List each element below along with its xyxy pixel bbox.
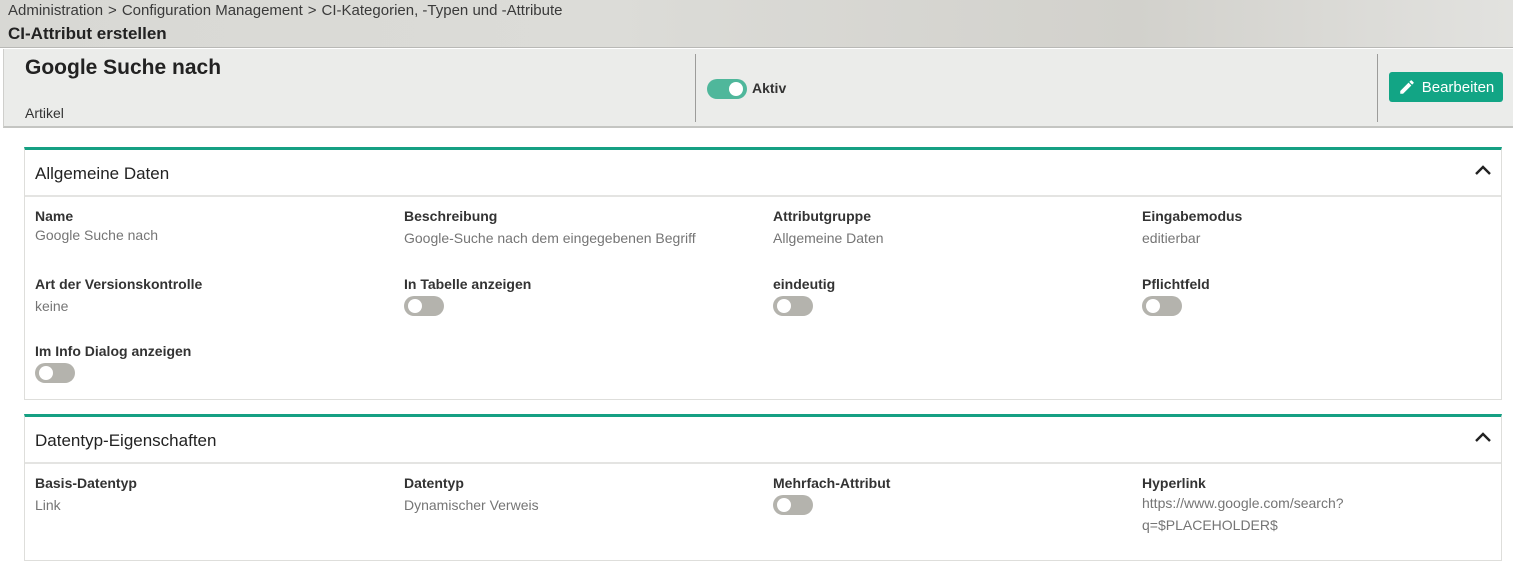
active-toggle-group: Aktiv xyxy=(707,79,786,99)
record-header: Google Suche nach Artikel Aktiv Bearbeit… xyxy=(3,49,1513,128)
page-title: CI-Attribut erstellen xyxy=(8,24,167,43)
field-label: Im Info Dialog anzeigen xyxy=(35,343,192,359)
chevron-up-icon xyxy=(1475,165,1491,175)
edit-button[interactable]: Bearbeiten xyxy=(1389,72,1503,102)
header-divider xyxy=(695,54,696,122)
breadcrumb-separator: > xyxy=(108,2,117,19)
card-title: Datentyp-Eigenschaften xyxy=(35,431,217,450)
toggle-knob xyxy=(39,366,53,380)
field-value: Dynamischer Verweis xyxy=(404,497,539,513)
field-base-datatype: Basis-Datentyp Link xyxy=(35,475,137,516)
field-value: keine xyxy=(35,298,69,314)
header-divider xyxy=(1377,54,1378,122)
field-unique: eindeutig xyxy=(773,276,835,321)
multi-attribute-toggle[interactable] xyxy=(773,495,813,515)
general-data-card-header[interactable]: Allgemeine Daten xyxy=(25,150,1501,197)
breadcrumb-item-configuration-management[interactable]: Configuration Management xyxy=(122,2,303,19)
field-label: In Tabelle anzeigen xyxy=(404,276,532,292)
edit-button-label: Bearbeiten xyxy=(1421,78,1495,96)
top-bar: Administration > Configuration Management >… xyxy=(0,0,1513,48)
field-input-mode: Eingabemodus editierbar xyxy=(1142,208,1242,249)
field-info-dialog: Im Info Dialog anzeigen xyxy=(35,343,191,388)
field-label: Beschreibung xyxy=(404,208,498,224)
field-datatype: Datentyp Dynamischer Verweis xyxy=(404,475,539,516)
breadcrumb-item-ci-categories[interactable]: CI-Kategorien, -Typen und -Attribute xyxy=(322,2,563,19)
field-label: Datentyp xyxy=(404,475,464,491)
collapse-button[interactable] xyxy=(1473,427,1493,447)
field-label: Hyperlink xyxy=(1142,475,1206,491)
field-label: eindeutig xyxy=(773,276,836,292)
field-value: q=$PLACEHOLDER$ xyxy=(1142,517,1278,533)
field-label: Name xyxy=(35,208,74,224)
breadcrumb-item-administration[interactable]: Administration xyxy=(8,2,103,19)
field-label: Basis-Datentyp xyxy=(35,475,137,491)
field-value: editierbar xyxy=(1142,230,1201,246)
pencil-icon xyxy=(1399,80,1414,94)
toggle-knob xyxy=(408,299,422,313)
show-in-table-toggle[interactable] xyxy=(404,296,444,316)
field-label: Attributgruppe xyxy=(773,208,871,224)
field-show-in-table: In Tabelle anzeigen xyxy=(404,276,531,321)
field-label: Pflichtfeld xyxy=(1142,276,1210,292)
collapse-button[interactable] xyxy=(1473,160,1493,180)
field-label: Eingabemodus xyxy=(1142,208,1243,224)
toggle-knob xyxy=(777,498,791,512)
breadcrumb-separator: > xyxy=(307,2,317,19)
field-value: Google-Suche nach dem eingegebenen Begri… xyxy=(404,230,696,246)
field-label: Mehrfach-Attribut xyxy=(773,475,891,491)
info-dialog-toggle[interactable] xyxy=(35,363,75,383)
field-multi-attribute: Mehrfach-Attribut xyxy=(773,475,890,520)
record-subtitle: Artikel xyxy=(25,105,64,121)
toggle-knob xyxy=(1146,299,1160,313)
datatype-card-header[interactable]: Datentyp-Eigenschaften xyxy=(25,417,1501,464)
field-value: Google Suche nach xyxy=(35,227,158,243)
unique-toggle[interactable] xyxy=(773,296,813,316)
record-title: Google Suche nach xyxy=(25,56,222,79)
toggle-knob xyxy=(777,299,791,313)
card-title: Allgemeine Daten xyxy=(35,164,170,183)
active-toggle[interactable] xyxy=(707,79,747,99)
field-value: https://www.google.com/search? xyxy=(1142,495,1344,511)
field-name: Name Google Suche nach xyxy=(35,208,158,246)
field-value: Link xyxy=(35,497,61,513)
active-label: Aktiv xyxy=(752,80,787,96)
field-description: Beschreibung Google-Suche nach dem einge… xyxy=(404,208,696,249)
field-attribute-group: Attributgruppe Allgemeine Daten xyxy=(773,208,884,249)
required-toggle[interactable] xyxy=(1142,296,1182,316)
field-label: Art der Versionskontrolle xyxy=(35,276,203,292)
field-value: Allgemeine Daten xyxy=(773,230,884,246)
field-versioning: Art der Versionskontrolle keine xyxy=(35,276,202,317)
field-required: Pflichtfeld xyxy=(1142,276,1210,321)
general-data-card: Allgemeine Daten Name Google Suche nach … xyxy=(24,147,1502,400)
field-hyperlink: Hyperlink https://www.google.com/search?… xyxy=(1142,475,1344,536)
toggle-knob xyxy=(729,82,743,96)
datatype-card: Datentyp-Eigenschaften Basis-Datentyp Li… xyxy=(24,414,1502,561)
breadcrumb: Administration > Configuration Management >… xyxy=(8,2,563,19)
chevron-up-icon xyxy=(1475,432,1491,442)
